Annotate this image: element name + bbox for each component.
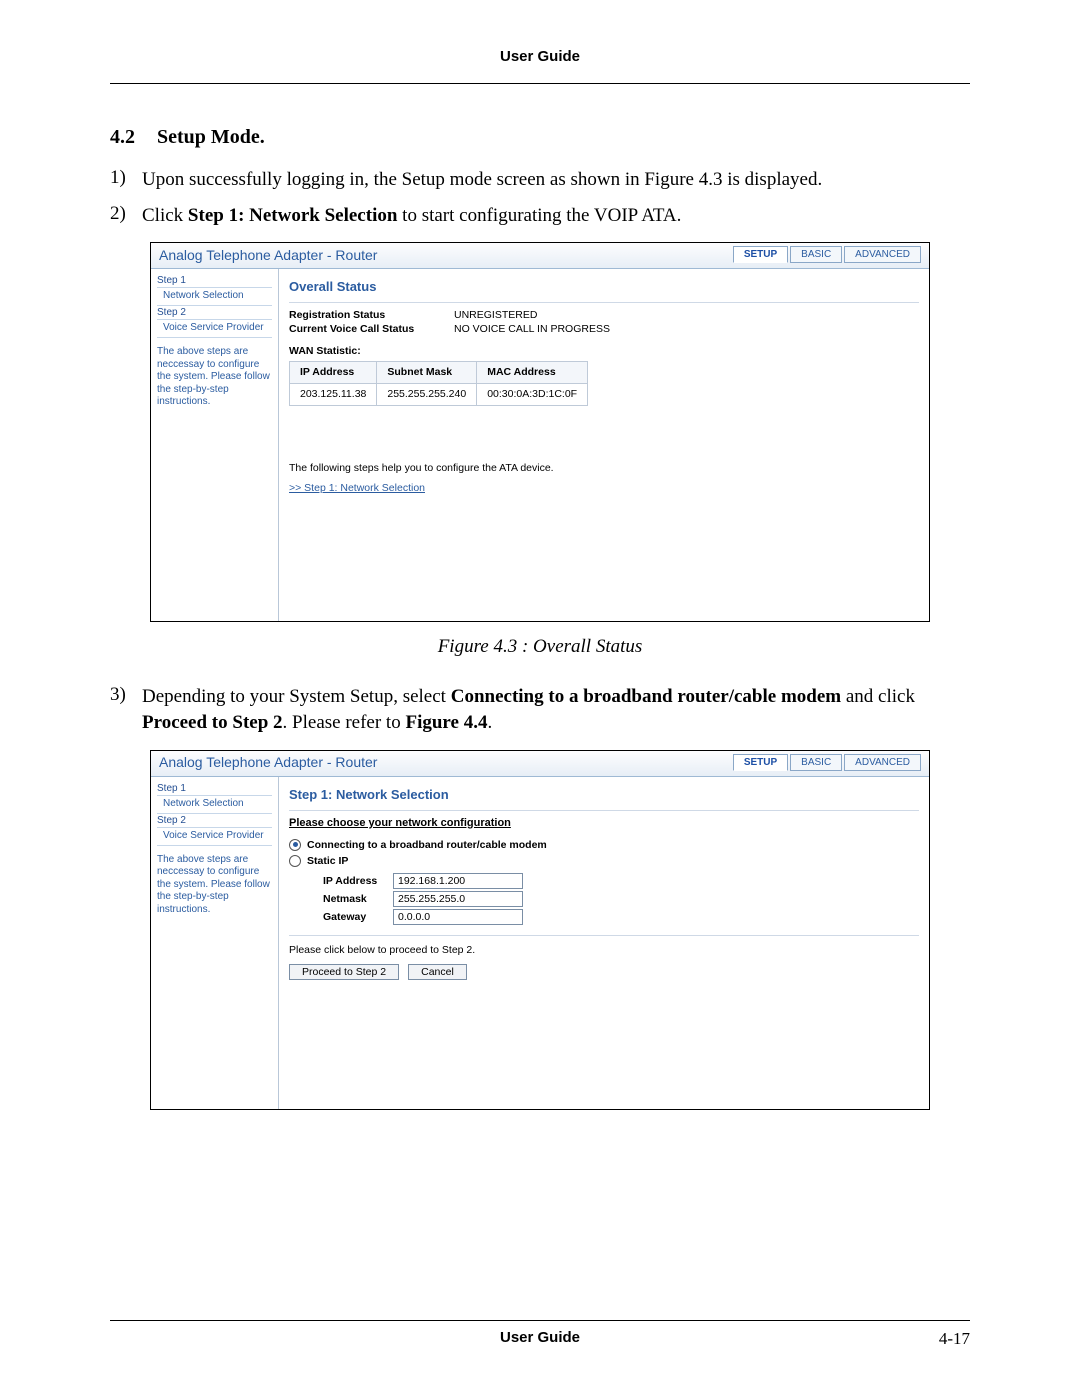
td-mac-address: 00:30:0A:3D:1C:0F (477, 384, 588, 406)
tab-setup-2[interactable]: SETUP (733, 754, 788, 771)
footer-rule (110, 1320, 970, 1321)
footer-title: User Guide (170, 1329, 910, 1349)
window-titlebar-2: Analog Telephone Adapter - Router SETUP … (151, 751, 929, 777)
step-3-d: Proceed to Step 2 (142, 712, 283, 733)
netmask-input[interactable] (393, 891, 523, 907)
screenshot-overall-status: Analog Telephone Adapter - Router SETUP … (150, 242, 930, 622)
step-2-prefix: Click (142, 205, 188, 226)
wizard-step1-link[interactable]: >> Step 1: Network Selection (289, 482, 425, 494)
panel-heading: Overall Status (289, 279, 919, 294)
section-heading: 4.2 Setup Mode. (110, 126, 970, 149)
page-footer: User Guide 4-17 (110, 1311, 970, 1349)
step-3-b: Connecting to a broadband router/cable m… (451, 686, 841, 707)
radio-dot-icon (289, 855, 301, 867)
tab-bar-2: SETUP BASIC ADVANCED (733, 754, 921, 771)
sidebar-2-step1-header: Step 1 (157, 782, 272, 796)
table-row: 203.125.11.38 255.255.255.240 00:30:0A:3… (290, 384, 588, 406)
sidebar-voice-provider[interactable]: Voice Service Provider (157, 320, 272, 338)
wan-table: IP Address Subnet Mask MAC Address 203.1… (289, 361, 588, 406)
sidebar-2-network-selection[interactable]: Network Selection (157, 796, 272, 814)
step-1-marker: 1) (110, 167, 142, 193)
step-3-text: Depending to your System Setup, select C… (142, 684, 970, 735)
sidebar-2-voice-provider[interactable]: Voice Service Provider (157, 828, 272, 846)
tab-advanced-2[interactable]: ADVANCED (844, 754, 921, 771)
sidebar-2-note: The above steps are neccessay to configu… (157, 854, 272, 917)
sidebar-note: The above steps are neccessay to configu… (157, 346, 272, 409)
tab-basic[interactable]: BASIC (790, 246, 842, 263)
screenshot-network-selection: Analog Telephone Adapter - Router SETUP … (150, 750, 930, 1110)
panel-heading-2: Step 1: Network Selection (289, 787, 919, 802)
sidebar-step2-header: Step 2 (157, 306, 272, 320)
voice-call-status-value: NO VOICE CALL IN PROGRESS (454, 323, 610, 335)
help-text: The following steps help you to configur… (289, 462, 919, 474)
registration-status-label: Registration Status (289, 309, 454, 321)
voice-call-status-label: Current Voice Call Status (289, 323, 454, 335)
radio-static-ip-label: Static IP (307, 855, 348, 867)
proceed-button[interactable]: Proceed to Step 2 (289, 964, 399, 980)
th-subnet-mask: Subnet Mask (377, 362, 477, 384)
divider-3 (289, 935, 919, 936)
main-panel: Overall Status Registration Status UNREG… (278, 269, 929, 621)
page-number: 4-17 (910, 1329, 970, 1349)
window-titlebar: Analog Telephone Adapter - Router SETUP … (151, 243, 929, 269)
step-3-e: . Please refer to (283, 712, 406, 733)
proceed-note: Please click below to proceed to Step 2. (289, 944, 919, 956)
step-list-2: 3) Depending to your System Setup, selec… (110, 684, 970, 735)
page-header: User Guide (110, 48, 970, 65)
main-panel-2: Step 1: Network Selection Please choose … (278, 777, 929, 1109)
td-ip-address: 203.125.11.38 (290, 384, 377, 406)
tab-advanced[interactable]: ADVANCED (844, 246, 921, 263)
radio-broadband[interactable]: Connecting to a broadband router/cable m… (289, 839, 919, 851)
td-subnet-mask: 255.255.255.240 (377, 384, 477, 406)
netmask-label: Netmask (323, 893, 393, 905)
ip-address-label: IP Address (323, 875, 393, 887)
step-2-text: Click Step 1: Network Selection to start… (142, 203, 970, 229)
step-3-c: and click (841, 686, 915, 707)
divider (289, 302, 919, 303)
sidebar-step1-header: Step 1 (157, 274, 272, 288)
th-ip-address: IP Address (290, 362, 377, 384)
tab-bar: SETUP BASIC ADVANCED (733, 246, 921, 263)
choose-heading: Please choose your network configuration (289, 817, 919, 829)
step-3-marker: 3) (110, 684, 142, 735)
gateway-label: Gateway (323, 911, 393, 923)
tab-basic-2[interactable]: BASIC (790, 754, 842, 771)
radio-dot-icon (289, 839, 301, 851)
divider-2 (289, 810, 919, 811)
step-2-suffix: to start configurating the VOIP ATA. (397, 205, 681, 226)
step-3-g: . (487, 712, 492, 733)
wan-statistic-title: WAN Statistic: (289, 345, 919, 357)
static-ip-grid: IP Address Netmask Gateway (323, 873, 919, 925)
gateway-input[interactable] (393, 909, 523, 925)
step-list: 1) Upon successfully logging in, the Set… (110, 167, 970, 228)
section-number: 4.2 (110, 126, 152, 149)
step-2-bold: Step 1: Network Selection (188, 205, 398, 226)
sidebar: Step 1 Network Selection Step 2 Voice Se… (151, 269, 278, 621)
registration-status-value: UNREGISTERED (454, 309, 537, 321)
sidebar-2: Step 1 Network Selection Step 2 Voice Se… (151, 777, 278, 1109)
header-rule (110, 83, 970, 84)
figure-caption-1: Figure 4.3 : Overall Status (110, 636, 970, 658)
radio-static-ip[interactable]: Static IP (289, 855, 919, 867)
radio-broadband-label: Connecting to a broadband router/cable m… (307, 839, 547, 851)
ip-address-input[interactable] (393, 873, 523, 889)
cancel-button[interactable]: Cancel (408, 964, 467, 980)
step-3-a: Depending to your System Setup, select (142, 686, 451, 707)
window-title: Analog Telephone Adapter - Router (159, 247, 733, 263)
sidebar-network-selection[interactable]: Network Selection (157, 288, 272, 306)
window-title-2: Analog Telephone Adapter - Router (159, 754, 733, 770)
step-1-text: Upon successfully logging in, the Setup … (142, 167, 970, 193)
sidebar-2-step2-header: Step 2 (157, 814, 272, 828)
step-3-f: Figure 4.4 (405, 712, 487, 733)
step-2-marker: 2) (110, 203, 142, 229)
th-mac-address: MAC Address (477, 362, 588, 384)
tab-setup[interactable]: SETUP (733, 246, 788, 263)
section-title: Setup Mode. (157, 126, 265, 148)
